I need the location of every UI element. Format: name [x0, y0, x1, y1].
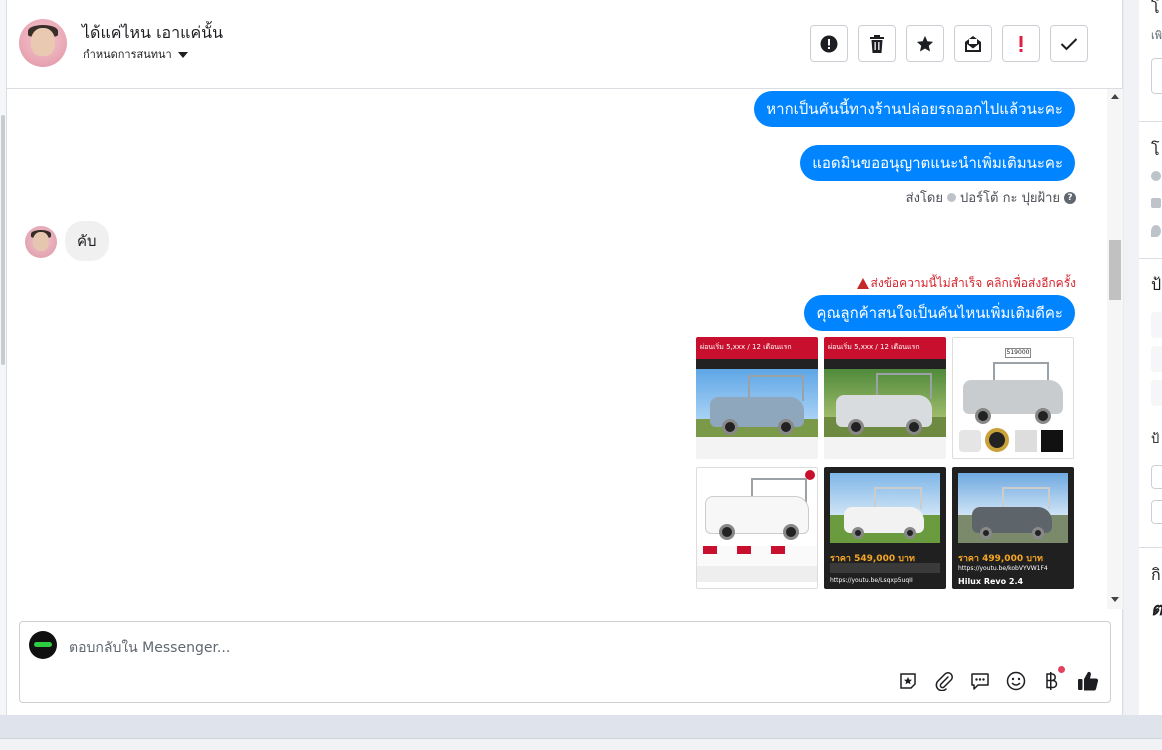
send-failed-text[interactable]: ส่งข้อความนี้ไม่สำเร็จ คลิกเพื่อส่งอีกคร… — [871, 274, 1076, 293]
car-image-6-link: https://youtu.be/kobVYVW1F4 — [958, 565, 1048, 572]
right-panel-field-input[interactable] — [1151, 465, 1162, 489]
delete-button[interactable] — [858, 25, 896, 62]
car-image-6-model: Hilux Revo 2.4 — [958, 577, 1024, 586]
like-icon[interactable] — [1077, 670, 1099, 692]
contact-avatar-small[interactable] — [25, 226, 57, 258]
mark-spam-button[interactable] — [810, 25, 848, 62]
location-icon — [1151, 225, 1161, 237]
incoming-message[interactable]: คับ — [65, 221, 109, 261]
sender-name[interactable]: ปอร์โต้ กะ ปุยฝ้าย — [960, 187, 1060, 208]
label-chip[interactable] — [1151, 346, 1162, 372]
car-image-2[interactable]: ผ่อนเริ่ม 5,xxx / 12 เดือนแรก — [824, 337, 946, 459]
car-image-1[interactable]: ผ่อนเริ่ม 5,xxx / 12 เดือนแรก — [696, 337, 818, 459]
assign-conversation-dropdown[interactable]: กำหนดการสนทนา — [83, 45, 188, 63]
car-image-6[interactable]: ราคา 499,000 บาท https://youtu.be/kobVYV… — [952, 467, 1074, 589]
right-panel-labels-title: ป้ — [1151, 275, 1162, 294]
car-image-3-price: 519000 — [1005, 348, 1031, 358]
car-image-2-title: ผ่อนเริ่ม 5,xxx / 12 เดือนแรก — [828, 343, 920, 351]
sent-by-info: ส่งโดย ปอร์โต้ กะ ปุยฝ้าย ? — [906, 187, 1076, 208]
left-edge-panel — [0, 0, 7, 715]
baht-payment-icon[interactable] — [1040, 670, 1062, 692]
envelope-icon — [965, 35, 981, 52]
page-avatar — [29, 631, 57, 659]
sent-by-prefix: ส่งโดย — [905, 191, 943, 206]
scroll-up-arrow-icon[interactable] — [1111, 94, 1119, 99]
mark-unread-button[interactable] — [954, 25, 992, 62]
help-icon[interactable]: ? — [1064, 191, 1076, 204]
star-button[interactable] — [906, 25, 944, 62]
exclamation-icon — [1019, 35, 1023, 52]
exclamation-circle-icon — [820, 35, 838, 52]
contact-name[interactable]: ได้แค่ไหน เอาแค่นั้น — [82, 21, 223, 46]
check-icon — [1060, 37, 1078, 50]
car-image-4[interactable] — [696, 467, 818, 589]
car-image-6-price: ราคา 499,000 บาท — [958, 554, 1043, 564]
emoji-icon[interactable] — [1005, 670, 1027, 692]
right-panel-heading: โ — [1151, 0, 1160, 17]
conversation-header: ได้แค่ไหน เอาแค่นั้น กำหนดการสนทนา — [7, 0, 1123, 89]
outgoing-message[interactable]: คุณลูกค้าสนใจเป็นคันไหนเพิ่มเติมดีคะ — [804, 295, 1075, 331]
label-chip[interactable] — [1151, 380, 1162, 406]
clock-icon — [1151, 171, 1161, 181]
conversation-panel: ได้แค่ไหน เอาแค่นั้น กำหนดการสนทนา หากเป… — [7, 0, 1123, 715]
car-image-5[interactable]: ราคา 549,000 บาท https://youtu.be/Lsqxp5… — [824, 467, 946, 589]
car-image-5-link: https://youtu.be/Lsqxp5uqII — [830, 577, 913, 584]
label-chip[interactable] — [1151, 312, 1162, 338]
right-panel-label-field: ป้ — [1151, 432, 1160, 447]
message-list: หากเป็นคันนี้ทางร้านปล่อยรถออกไปแล้วนะคะ… — [7, 89, 1123, 609]
contact-avatar[interactable] — [19, 19, 67, 67]
star-icon — [916, 35, 934, 51]
assign-label: กำหนดการสนทนา — [83, 48, 172, 61]
saved-reply-icon[interactable] — [969, 670, 991, 692]
warning-icon — [856, 278, 869, 289]
sticker-icon[interactable] — [897, 670, 919, 692]
message-scrollbar[interactable] — [1107, 89, 1123, 609]
mark-important-button[interactable] — [1002, 25, 1040, 62]
right-panel-section-title: โ — [1151, 140, 1160, 159]
notification-dot — [1058, 666, 1065, 673]
mark-done-button[interactable] — [1050, 25, 1088, 62]
car-image-3[interactable]: 519000 — [952, 337, 1074, 459]
scroll-thumb[interactable] — [1109, 240, 1121, 300]
right-panel-field-input[interactable] — [1151, 500, 1162, 524]
trash-icon — [870, 34, 884, 53]
car-image-1-title: ผ่อนเริ่ม 5,xxx / 12 เดือนแรก — [700, 343, 792, 351]
right-panel-input[interactable] — [1151, 58, 1162, 94]
like-count-icon — [1151, 198, 1161, 208]
attachment-icon[interactable] — [933, 670, 955, 692]
outgoing-message[interactable]: แอดมินขออนุญาตแนะนำเพิ่มเติมนะคะ — [800, 145, 1075, 181]
chevron-down-icon — [177, 51, 188, 58]
reply-input[interactable]: ตอบกลับใน Messenger... — [69, 637, 230, 659]
sender-avatar-icon — [947, 193, 956, 202]
browser-bottom-bar — [0, 738, 1162, 750]
reply-composer[interactable]: ตอบกลับใน Messenger... — [19, 621, 1111, 703]
send-failed-notice[interactable]: ส่งข้อความนี้ไม่สำเร็จ คลิกเพื่อส่งอีกคร… — [856, 274, 1076, 293]
right-panel-add-link[interactable]: เพิ — [1151, 26, 1162, 44]
scroll-down-arrow-icon[interactable] — [1111, 597, 1119, 602]
outgoing-message[interactable]: หากเป็นคันนี้ทางร้านปล่อยรถออกไปแล้วนะคะ — [754, 91, 1075, 127]
left-scrollbar[interactable] — [1, 115, 5, 365]
right-panel-activity-text: ต — [1151, 599, 1162, 620]
right-panel-activity-title: กิ — [1151, 565, 1161, 584]
